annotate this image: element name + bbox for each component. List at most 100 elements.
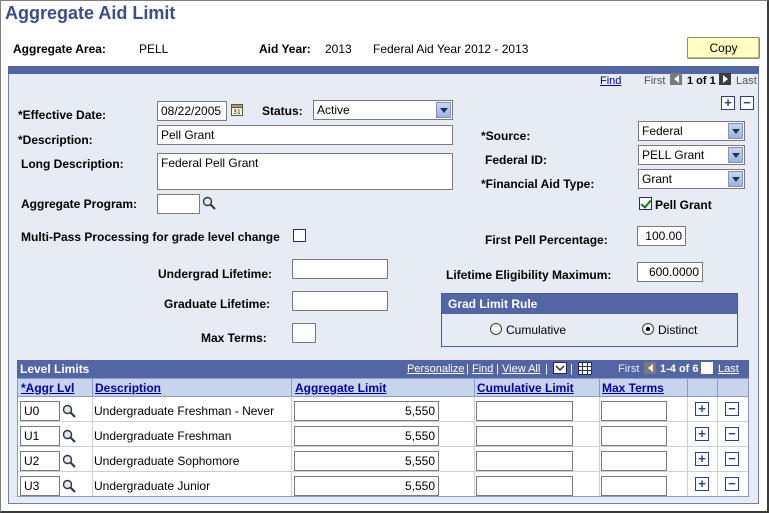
row-aggr-lvl-field[interactable]: U1 [20, 426, 60, 446]
pell-grant-checkbox[interactable] [639, 197, 652, 210]
distinct-radio[interactable] [642, 323, 654, 335]
row-max-terms-field[interactable] [601, 476, 667, 496]
row-cumulative-limit-field[interactable] [476, 476, 573, 496]
status-value: Active [317, 103, 350, 117]
row-aggregate-limit-field[interactable]: 5,550 [294, 426, 439, 446]
delete-row-minus-icon[interactable]: − [740, 96, 754, 110]
chevron-down-icon[interactable] [436, 102, 451, 118]
row-aggr-lvl-field[interactable]: U0 [20, 401, 60, 421]
undergrad-lifetime-label: Undergrad Lifetime: [158, 267, 273, 281]
distinct-label: Distinct [658, 323, 698, 337]
view-all-link[interactable]: View All [502, 363, 540, 375]
search-icon[interactable] [62, 429, 76, 443]
plus-icon[interactable]: + [695, 402, 709, 416]
effective-date-label: *Effective Date: [18, 108, 107, 122]
chevron-down-icon[interactable] [728, 147, 743, 163]
search-icon[interactable] [62, 479, 76, 493]
row-cumulative-limit-field[interactable] [476, 426, 573, 446]
search-icon[interactable] [62, 404, 76, 418]
col-max-terms[interactable]: Max Terms [602, 381, 664, 395]
grid-prev-icon[interactable] [644, 362, 656, 374]
financial-aid-type-label: *Financial Aid Type: [481, 177, 595, 191]
graduate-lifetime-field[interactable] [292, 291, 388, 311]
financial-aid-type-value: Grant [642, 172, 673, 186]
col-aggr-lvl[interactable]: *Aggr Lvl [21, 381, 74, 395]
graduate-lifetime-label: Graduate Lifetime: [164, 297, 271, 311]
aggregate-area-label: Aggregate Area: [13, 42, 106, 56]
row-cumulative-limit-field[interactable] [476, 451, 573, 471]
row-aggregate-limit-field[interactable]: 5,550 [294, 451, 439, 471]
row-aggr-lvl-field[interactable]: U3 [20, 476, 60, 496]
find-link[interactable]: Find [600, 75, 621, 87]
lifetime-eligibility-field[interactable]: 600.0000 [637, 262, 703, 282]
last-label: Last [736, 75, 757, 87]
minus-icon[interactable]: − [725, 427, 739, 441]
add-row-plus-icon[interactable]: + [721, 96, 735, 110]
status-select[interactable]: Active [313, 100, 453, 120]
aid-year-value: 2013 [325, 42, 352, 56]
col-cumulative-limit[interactable]: Cumulative Limit [477, 381, 574, 395]
row-max-terms-field[interactable] [601, 451, 667, 471]
prev-icon[interactable] [670, 73, 682, 85]
aggregate-program-label: Aggregate Program: [21, 197, 138, 211]
row-cumulative-limit-field[interactable] [476, 401, 573, 421]
cumulative-radio[interactable] [490, 323, 502, 335]
row-max-terms-field[interactable] [601, 426, 667, 446]
aid-year-label: Aid Year: [259, 42, 311, 56]
first-pell-percentage-label: First Pell Percentage: [485, 233, 608, 247]
grid-icon[interactable] [578, 362, 592, 375]
minus-icon[interactable]: − [725, 402, 739, 416]
grid-last-link[interactable]: Last [718, 363, 739, 375]
plus-icon[interactable]: + [695, 477, 709, 491]
search-icon[interactable] [202, 196, 216, 210]
financial-aid-type-select[interactable]: Grant [638, 169, 745, 189]
page-title: Aggregate Aid Limit [5, 3, 176, 23]
max-terms-field[interactable] [292, 323, 316, 343]
max-terms-label: Max Terms: [201, 331, 267, 345]
plus-icon[interactable]: + [695, 427, 709, 441]
lifetime-eligibility-label: Lifetime Eligibility Maximum: [446, 268, 612, 282]
status-label: Status: [262, 104, 303, 118]
multipass-checkbox[interactable] [293, 229, 306, 242]
next-icon[interactable] [719, 73, 731, 85]
row-description: Undergraduate Junior [94, 479, 211, 493]
level-limits-header: Level Limits Personalize | Find | View A… [17, 360, 749, 378]
row-description: Undergraduate Sophomore [94, 454, 240, 468]
row-description: Undergraduate Freshman - Never [94, 404, 275, 418]
col-description[interactable]: Description [95, 381, 161, 395]
row-aggr-lvl-field[interactable]: U2 [20, 451, 60, 471]
personalize-link[interactable]: Personalize [407, 363, 464, 375]
minus-icon[interactable]: − [725, 452, 739, 466]
source-value: Federal [642, 124, 683, 138]
chevron-down-icon[interactable] [728, 171, 743, 187]
grid-next-icon[interactable] [701, 362, 713, 374]
row-aggregate-limit-field[interactable]: 5,550 [294, 476, 439, 496]
description-field[interactable]: Pell Grant [157, 125, 453, 145]
col-aggregate-limit[interactable]: Aggregate Limit [295, 381, 386, 395]
grid-find-link[interactable]: Find [472, 363, 493, 375]
row-aggregate-limit-field[interactable]: 5,550 [294, 401, 439, 421]
undergrad-lifetime-field[interactable] [292, 259, 388, 279]
copy-button[interactable]: Copy [687, 37, 760, 59]
effective-date-field[interactable]: 08/22/2005 [157, 101, 227, 121]
long-description-label: Long Description: [21, 157, 124, 171]
federal-id-select[interactable]: PELL Grant [638, 145, 745, 165]
pell-grant-label: Pell Grant [655, 198, 712, 212]
first-pell-percentage-field[interactable]: 100.00 [637, 226, 686, 246]
search-icon[interactable] [62, 454, 76, 468]
chevron-down-icon[interactable] [728, 123, 743, 139]
aggregate-program-field[interactable] [157, 194, 200, 214]
grad-limit-rule-title: Grad Limit Rule [442, 294, 737, 314]
minus-icon[interactable]: − [725, 477, 739, 491]
plus-icon[interactable]: + [695, 452, 709, 466]
cumulative-label: Cumulative [506, 323, 567, 337]
download-icon[interactable] [553, 362, 568, 375]
source-select[interactable]: Federal [638, 121, 745, 141]
row-max-terms-field[interactable] [601, 401, 667, 421]
long-description-field[interactable]: Federal Pell Grant [157, 153, 453, 190]
federal-id-value: PELL Grant [642, 148, 705, 162]
description-label: *Description: [18, 133, 93, 147]
grid-record-count: 1-4 of 6 [660, 363, 699, 375]
multipass-label: Multi-Pass Processing for grade level ch… [21, 230, 280, 244]
calendar-icon[interactable]: 31 [231, 103, 243, 116]
